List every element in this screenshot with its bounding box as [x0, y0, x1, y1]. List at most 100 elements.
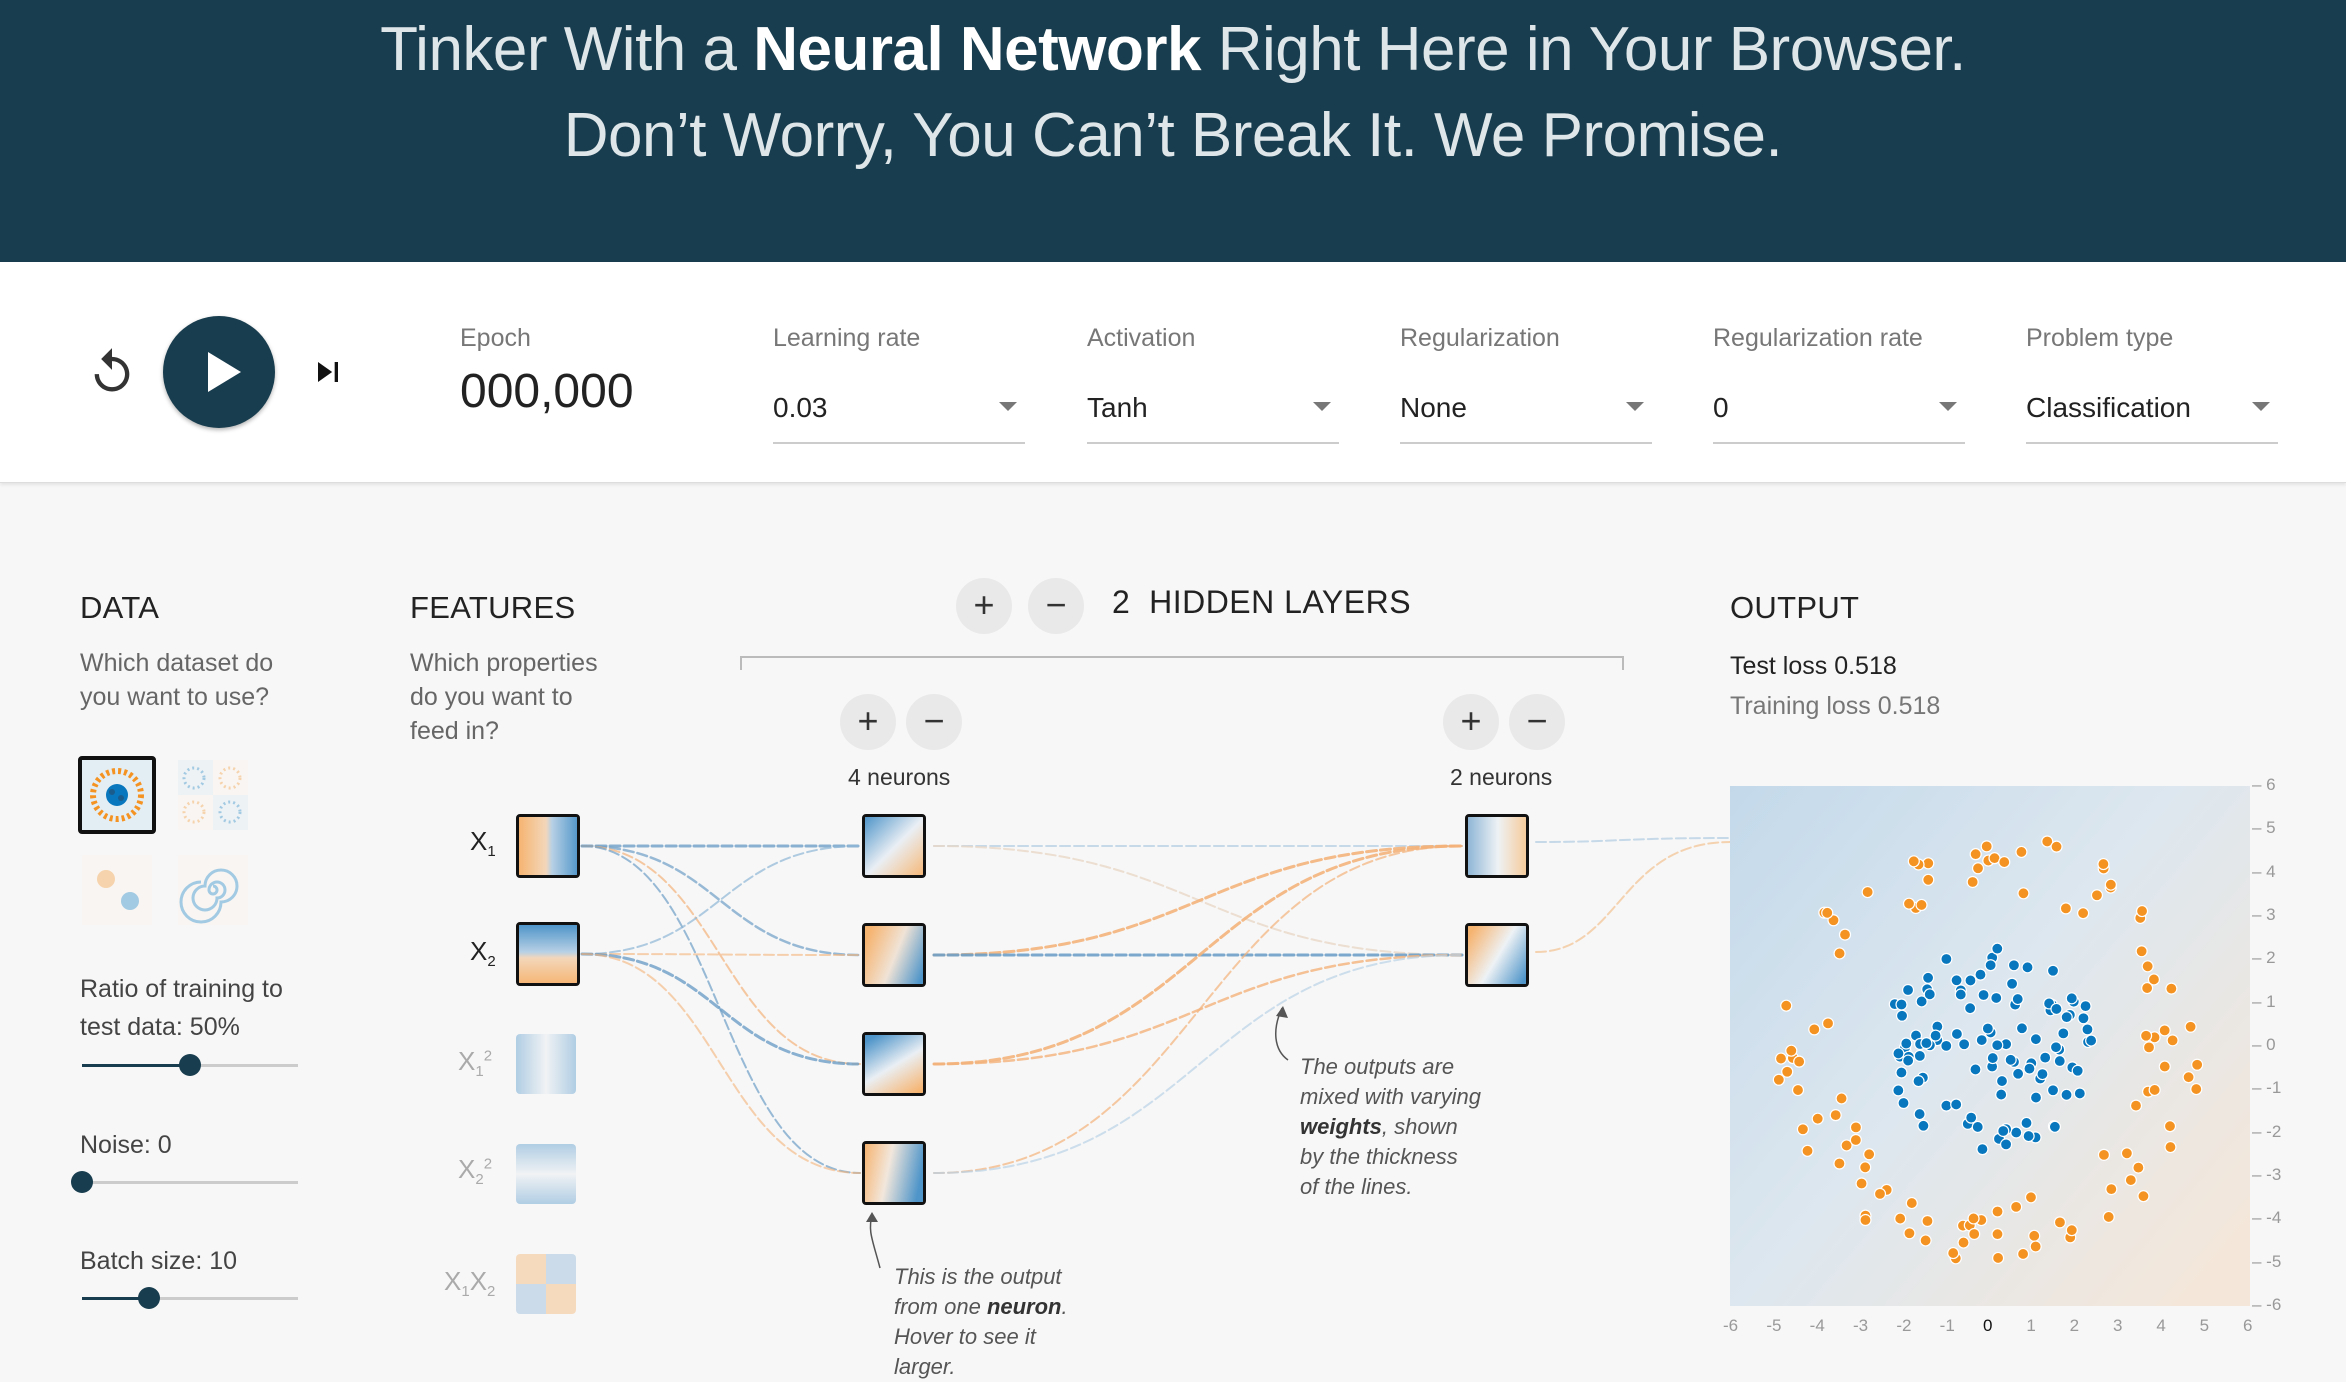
data-point — [1905, 1196, 1918, 1210]
data-point — [1907, 855, 1920, 868]
feature-node-x1-squared[interactable] — [516, 1034, 576, 1094]
weights-annotation: The outputs are mixed with varying weigh… — [1300, 1052, 1481, 1202]
data-point — [1912, 1075, 1925, 1088]
annotation-line: of the lines. — [1300, 1174, 1413, 1199]
data-point — [2015, 845, 2028, 859]
remove-neuron-layer1-button[interactable]: − — [906, 694, 962, 750]
y-tick-label: – 1 — [2252, 991, 2276, 1011]
x-tick-label: 2 — [2069, 1316, 2080, 1335]
data-point — [2016, 1247, 2030, 1261]
data-point — [1895, 1066, 1908, 1079]
data-point — [1917, 1119, 1930, 1132]
annotation-line: Hover to see it — [894, 1324, 1036, 1349]
feature-x1x2-label: X1X2 — [444, 1266, 496, 1301]
x-tick-label: -5 — [1766, 1316, 1782, 1335]
data-point — [1774, 1052, 1788, 1065]
data-point — [2060, 1011, 2073, 1024]
feature-x2-label: X2 — [470, 936, 496, 971]
data-point — [2046, 964, 2060, 977]
data-point — [2015, 1022, 2029, 1035]
annotation-line: by the thickness — [1300, 1144, 1458, 1169]
data-point — [2010, 1200, 2023, 1213]
data-point — [1929, 1029, 1942, 1042]
data-point — [1793, 1055, 1806, 1068]
data-point — [1964, 974, 1977, 987]
data-point — [2057, 1027, 2070, 1040]
data-point — [1811, 1112, 1824, 1125]
data-point — [2053, 1216, 2067, 1229]
data-point — [2132, 1161, 2145, 1174]
data-point — [1950, 974, 1963, 987]
data-point — [1940, 952, 1953, 966]
plus-icon: + — [1460, 700, 1482, 741]
data-point — [1808, 1023, 1821, 1036]
data-point — [2148, 1083, 2161, 1097]
feature-node-x1x2[interactable] — [516, 1254, 576, 1314]
add-neuron-layer1-button[interactable]: + — [840, 694, 896, 750]
feature-node-x2[interactable] — [516, 922, 580, 986]
neuron-l2-1[interactable] — [1465, 814, 1529, 878]
data-point — [1950, 1027, 1964, 1041]
data-point — [1975, 1033, 1988, 1047]
data-point — [1958, 1038, 1971, 1051]
data-point — [2165, 982, 2178, 995]
data-point — [1923, 988, 1936, 1001]
neuron-l1-1[interactable] — [862, 814, 926, 878]
plus-icon: + — [857, 700, 879, 741]
data-point — [2012, 1067, 2025, 1080]
annotation-line: from one neuron. — [894, 1294, 1068, 1319]
feature-x2-squared-label: X22 — [458, 1154, 493, 1189]
data-point — [2097, 857, 2110, 871]
hidden-layers-label: HIDDEN LAYERS — [1149, 584, 1412, 620]
data-point — [2166, 1034, 2179, 1047]
data-point — [1833, 1157, 1846, 1170]
data-point — [2010, 1126, 2023, 1139]
data-point — [2036, 1067, 2049, 1081]
data-point — [1957, 1236, 1970, 1249]
data-point — [2073, 1087, 2086, 1100]
data-point — [2007, 959, 2021, 972]
y-tick-label: – 0 — [2252, 1035, 2276, 1054]
data-point — [1849, 1121, 1863, 1134]
remove-neuron-layer2-button[interactable]: − — [1509, 694, 1565, 750]
layer2-neuron-count: 2 neurons — [1450, 764, 1553, 790]
remove-layer-button[interactable]: − — [1028, 578, 1084, 634]
add-neuron-layer2-button[interactable]: + — [1443, 694, 1499, 750]
data-point — [2022, 1129, 2035, 1143]
data-point — [2129, 1099, 2143, 1112]
neuron-l1-2[interactable] — [862, 923, 926, 987]
data-point — [1892, 1084, 1905, 1097]
x-tick-label: 4 — [2156, 1316, 2166, 1335]
neuron-l2-2[interactable] — [1465, 923, 1529, 987]
data-point — [1821, 906, 1834, 919]
data-point — [1833, 947, 1846, 960]
data-point — [1791, 1083, 1805, 1097]
feature-node-x2-squared[interactable] — [516, 1144, 576, 1204]
x-tick-label: 3 — [2113, 1316, 2123, 1335]
data-point — [1971, 862, 1985, 875]
data-point — [1781, 1065, 1794, 1078]
minus-icon: − — [1526, 700, 1548, 741]
data-point — [1950, 1098, 1963, 1111]
data-point — [2102, 1210, 2115, 1224]
add-layer-button[interactable]: + — [956, 578, 1012, 634]
data-point — [2163, 1120, 2177, 1133]
data-point — [1903, 1227, 1916, 1240]
data-point — [1873, 1187, 1887, 1200]
annotation-line: weights, shown — [1300, 1114, 1458, 1139]
neuron-l1-3[interactable] — [862, 1032, 926, 1096]
data-point — [1964, 1002, 1977, 1015]
feature-node-x1[interactable] — [516, 814, 580, 878]
neuron-l1-4[interactable] — [862, 1141, 926, 1205]
data-point — [2020, 1116, 2033, 1130]
data-point — [2190, 1082, 2203, 1096]
data-point — [1997, 1124, 2010, 1138]
data-point — [2158, 1060, 2171, 1073]
data-point — [1895, 1009, 1909, 1022]
data-point — [2021, 961, 2034, 974]
data-point — [2184, 1020, 2197, 1033]
data-point — [1981, 1022, 1994, 1035]
data-point — [1954, 988, 1967, 1001]
feature-x1-squared-label: X12 — [458, 1046, 493, 1081]
output-heatmap[interactable] — [1730, 786, 2250, 1306]
